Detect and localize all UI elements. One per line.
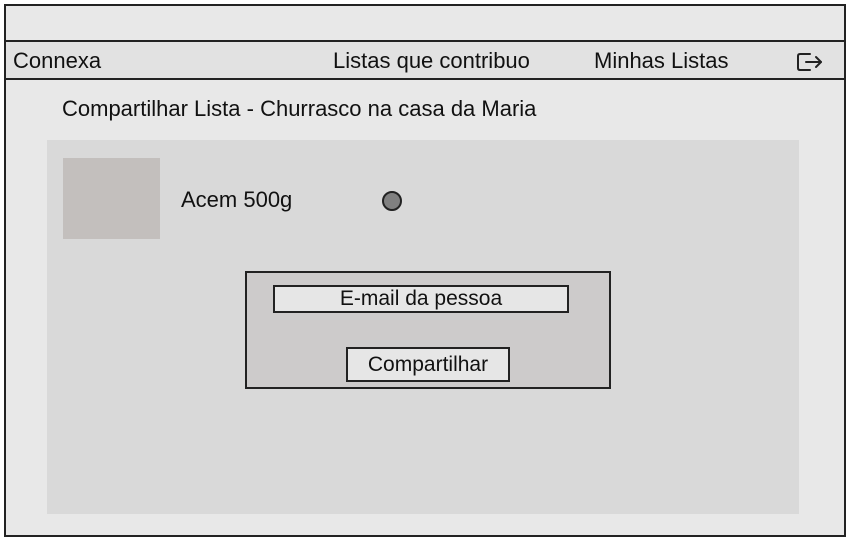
email-input[interactable] (273, 285, 569, 313)
page-title: Compartilhar Lista - Churrasco na casa d… (62, 96, 537, 121)
share-dialog: Compartilhar (245, 271, 611, 389)
share-button[interactable]: Compartilhar (346, 347, 510, 382)
list-panel: Acem 500g Compartilhar (47, 140, 799, 514)
top-navbar: Connexa Listas que contribuo Minhas List… (6, 40, 844, 80)
status-dot-icon[interactable] (382, 191, 402, 211)
nav-link-my-lists[interactable]: Minhas Listas (594, 49, 729, 73)
nav-link-contributed-lists[interactable]: Listas que contribuo (333, 49, 530, 73)
item-image-placeholder (63, 158, 160, 239)
app-window: Connexa Listas que contribuo Minhas List… (4, 4, 846, 537)
item-name: Acem 500g (181, 187, 293, 212)
logout-button[interactable] (796, 51, 824, 73)
brand-logo[interactable]: Connexa (13, 49, 101, 73)
logout-icon (797, 53, 822, 71)
